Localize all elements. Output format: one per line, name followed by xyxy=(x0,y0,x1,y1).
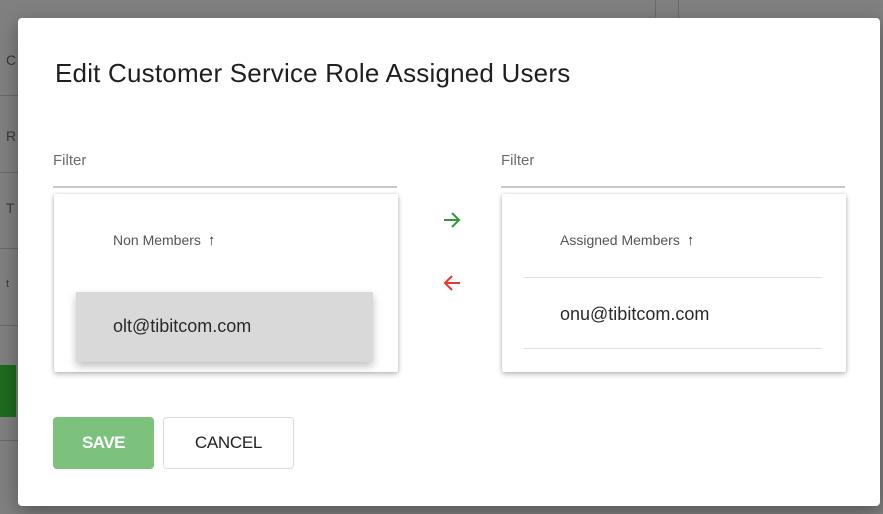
list-divider xyxy=(524,348,822,349)
save-button[interactable]: SAVE xyxy=(53,417,154,469)
background-divider xyxy=(0,325,20,326)
background-divider xyxy=(678,0,679,20)
background-divider xyxy=(655,0,656,20)
dialog-title: Edit Customer Service Role Assigned User… xyxy=(55,58,571,88)
arrow-up-icon: ↑ xyxy=(207,232,216,249)
background-text: T xyxy=(6,200,15,216)
cancel-button[interactable]: CANCEL xyxy=(163,417,294,469)
add-member-button[interactable] xyxy=(436,204,468,236)
non-members-list: Non Members ↑ olt@tibitcom.com xyxy=(54,194,398,372)
arrow-right-icon xyxy=(444,212,461,228)
background-divider xyxy=(0,248,20,249)
background-divider xyxy=(0,172,20,173)
assigned-members-filter xyxy=(501,148,845,188)
assigned-members-filter-input[interactable] xyxy=(501,152,841,169)
background-text: R xyxy=(6,128,17,144)
background-divider xyxy=(0,95,20,96)
edit-assigned-users-dialog: Edit Customer Service Role Assigned User… xyxy=(18,18,880,506)
assigned-members-header[interactable]: Assigned Members ↑ xyxy=(560,232,694,249)
arrow-up-icon: ↑ xyxy=(686,232,695,249)
arrow-left-icon xyxy=(443,275,460,291)
non-members-filter xyxy=(53,148,397,188)
background-green-button xyxy=(0,365,16,417)
background-text: t xyxy=(6,278,10,290)
assigned-members-header-label: Assigned Members xyxy=(560,232,680,248)
background-divider xyxy=(0,440,20,441)
list-item[interactable]: onu@tibitcom.com xyxy=(560,304,709,325)
list-divider xyxy=(524,277,822,278)
non-members-header[interactable]: Non Members ↑ xyxy=(113,232,215,249)
non-members-header-label: Non Members xyxy=(113,232,201,248)
non-members-filter-input[interactable] xyxy=(53,152,393,169)
assigned-members-list: Assigned Members ↑ onu@tibitcom.com xyxy=(502,194,846,372)
list-item[interactable]: olt@tibitcom.com xyxy=(76,292,373,362)
list-item-email: olt@tibitcom.com xyxy=(113,316,252,336)
background-text: C xyxy=(6,52,17,68)
remove-member-button[interactable] xyxy=(436,267,468,299)
